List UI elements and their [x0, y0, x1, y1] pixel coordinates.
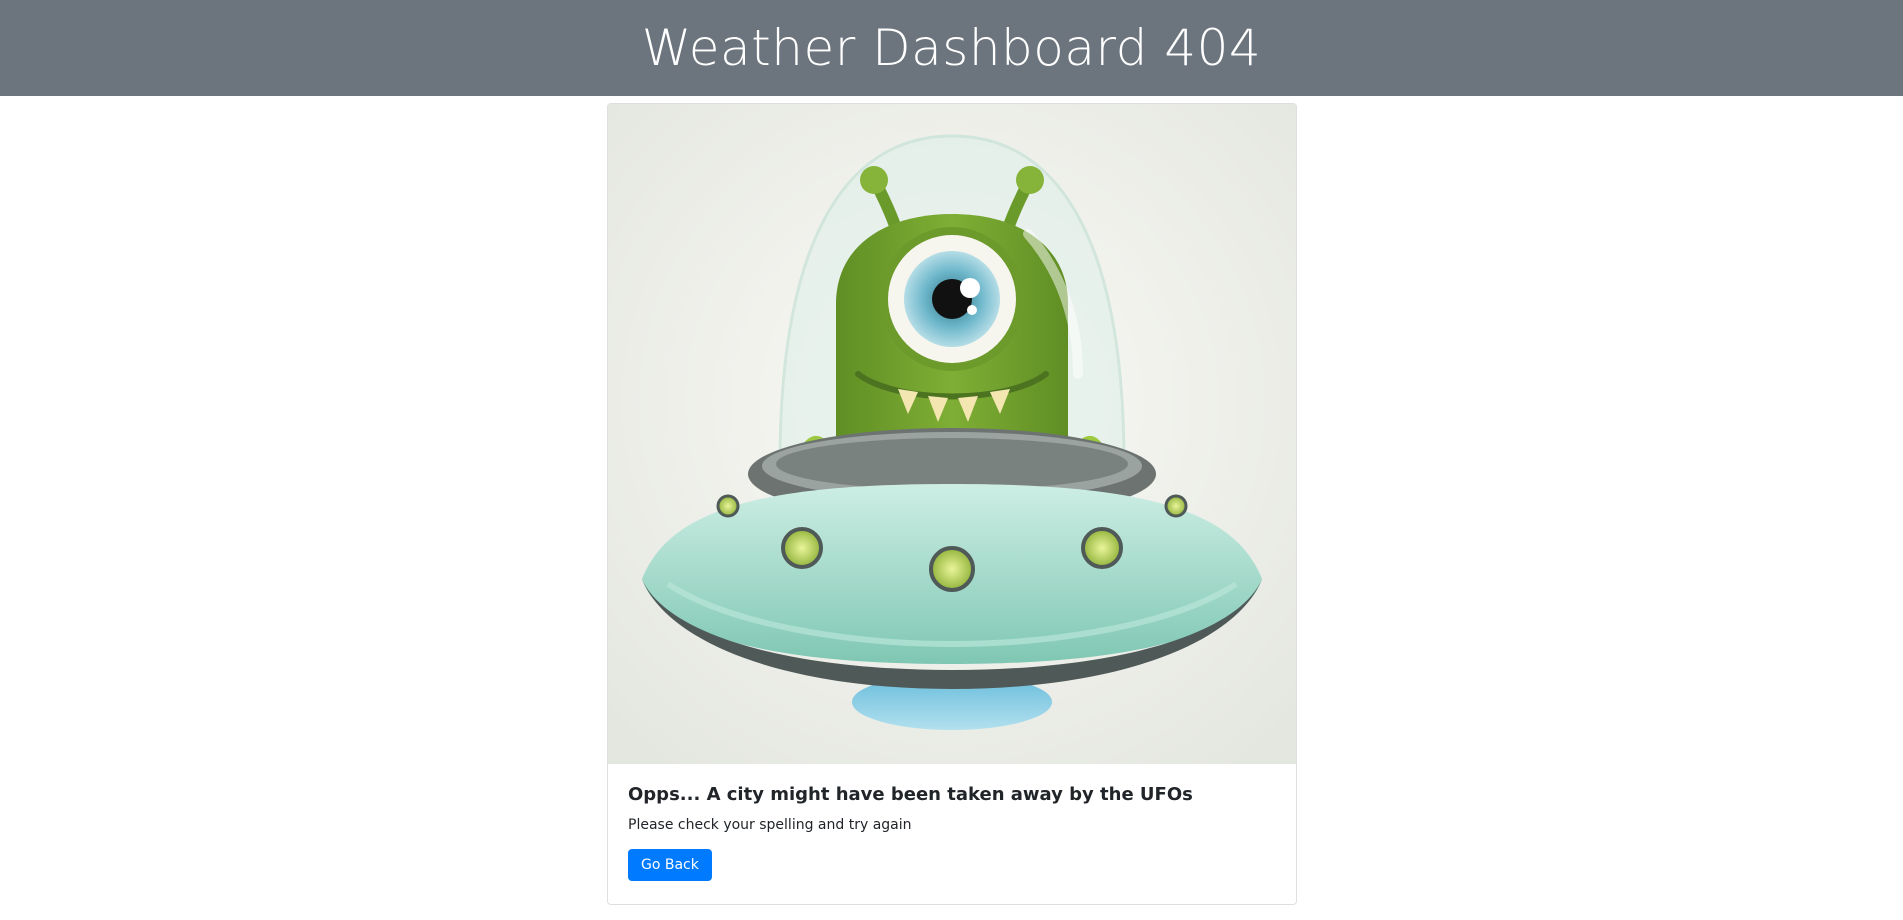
go-back-button[interactable]: Go Back	[628, 849, 712, 881]
error-card: Opps... A city might have been taken awa…	[607, 103, 1297, 905]
page-header: Weather Dashboard 404	[0, 0, 1903, 96]
error-title: Opps... A city might have been taken awa…	[628, 784, 1193, 805]
page-title: Weather Dashboard 404	[641, 19, 1262, 77]
error-message: Please check your spelling and try again	[628, 817, 912, 833]
ufo-alien-illustration	[608, 104, 1296, 764]
card-body: Opps... A city might have been taken awa…	[608, 764, 1296, 901]
